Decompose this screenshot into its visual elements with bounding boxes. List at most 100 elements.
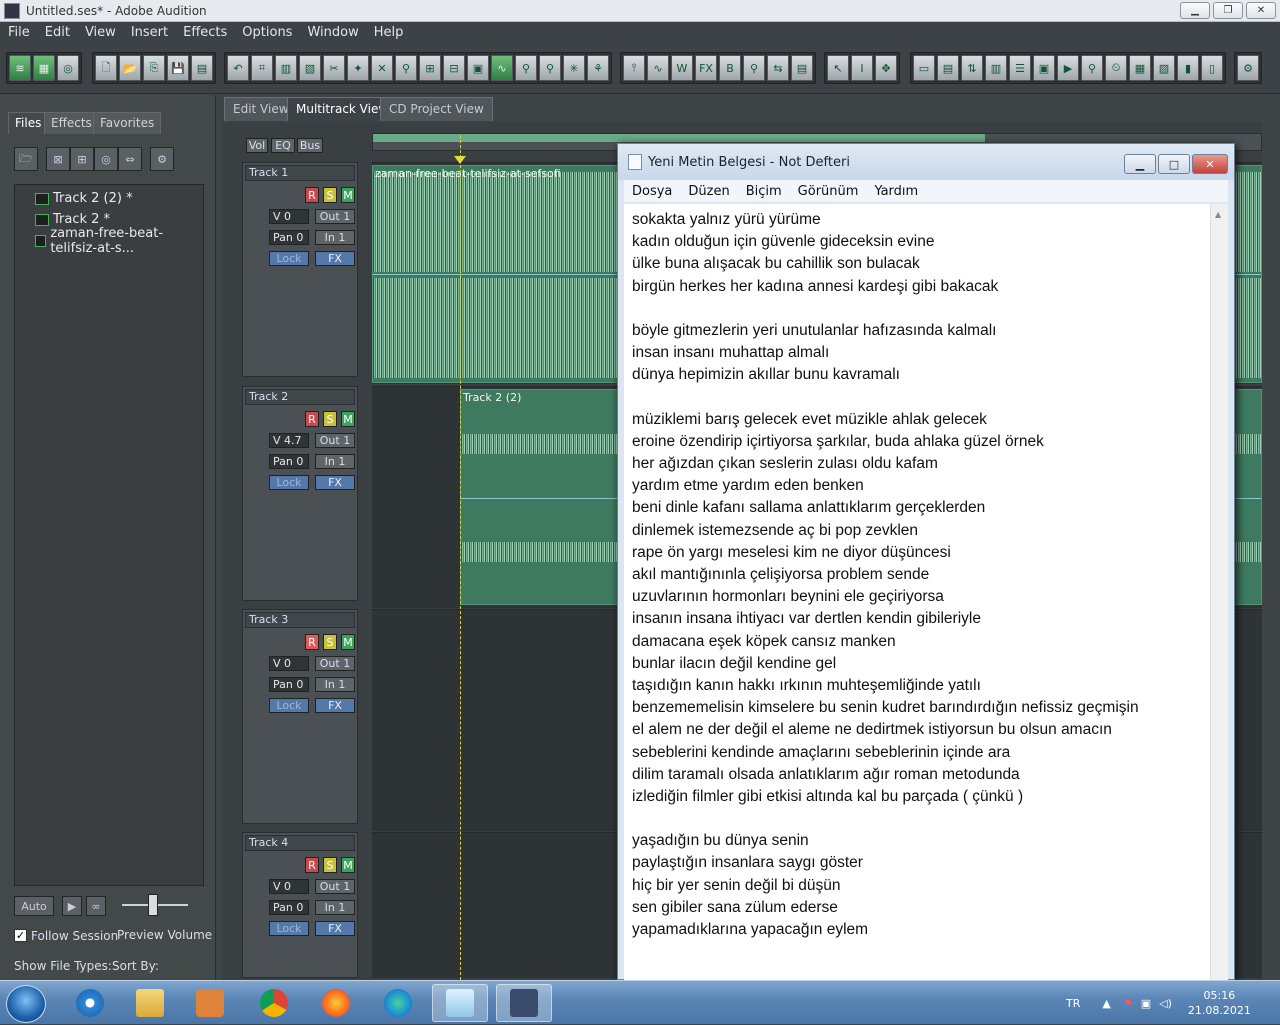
time-selection-tool-icon[interactable]: I bbox=[851, 55, 873, 81]
menu-gorunum[interactable]: Görünüm bbox=[790, 184, 867, 199]
loop-icon[interactable]: ∞ bbox=[86, 896, 106, 916]
window-icon-7[interactable]: ▶ bbox=[1057, 55, 1079, 81]
volume-field[interactable]: V 0 bbox=[269, 879, 309, 894]
effect-icon-3[interactable]: W bbox=[671, 55, 693, 81]
effect-icon-7[interactable]: ⇆ bbox=[767, 55, 789, 81]
internet-explorer-icon[interactable] bbox=[62, 984, 118, 1022]
fx-button[interactable]: FX bbox=[315, 475, 355, 490]
hybrid-tool-icon[interactable]: ↖ bbox=[827, 55, 849, 81]
menu-help[interactable]: Help bbox=[366, 22, 411, 44]
menu-duzen[interactable]: Düzen bbox=[680, 184, 737, 199]
tool-icon-9[interactable]: ⊟ bbox=[443, 55, 465, 81]
multitrack-view-icon[interactable]: ▦ bbox=[33, 55, 55, 81]
playhead-cursor[interactable] bbox=[460, 135, 461, 980]
fx-button[interactable]: FX bbox=[315, 251, 355, 266]
record-arm-button[interactable]: R bbox=[305, 411, 319, 427]
pan-field[interactable]: Pan 0 bbox=[269, 677, 309, 692]
record-arm-button[interactable]: R bbox=[305, 187, 319, 203]
volume-field[interactable]: V 4.7 bbox=[269, 433, 309, 448]
window-icon-6[interactable]: ▣ bbox=[1033, 55, 1055, 81]
tool-icon-10[interactable]: ▣ bbox=[467, 55, 489, 81]
open-file-icon[interactable]: 📂 bbox=[119, 55, 141, 81]
output-button[interactable]: Out 1 bbox=[315, 656, 355, 671]
notepad-minimize-button[interactable]: ▁ bbox=[1124, 154, 1156, 174]
chrome-icon[interactable] bbox=[246, 984, 302, 1022]
close-file-icon[interactable]: ⎘ bbox=[143, 55, 165, 81]
insert-into-cd-icon[interactable]: ◎ bbox=[94, 147, 118, 171]
follow-session-checkbox[interactable]: ✓ bbox=[14, 929, 27, 942]
input-button[interactable]: In 1 bbox=[315, 230, 355, 245]
tool-icon-6[interactable]: ✕ bbox=[371, 55, 393, 81]
tab-eq[interactable]: EQ bbox=[271, 138, 295, 153]
window-icon-5[interactable]: ☰ bbox=[1009, 55, 1031, 81]
clock-date[interactable]: 21.08.2021 bbox=[1188, 1003, 1251, 1018]
file-explorer-icon[interactable] bbox=[122, 984, 178, 1022]
preview-volume-slider[interactable] bbox=[118, 892, 192, 918]
lock-button[interactable]: Lock bbox=[269, 698, 309, 713]
audition-taskbar-icon[interactable] bbox=[496, 984, 552, 1022]
record-arm-button[interactable]: R bbox=[305, 857, 319, 873]
cd-view-icon[interactable]: ◎ bbox=[57, 55, 79, 81]
mute-button[interactable]: M bbox=[341, 634, 355, 650]
input-button[interactable]: In 1 bbox=[315, 900, 355, 915]
window-icon-10[interactable]: ▦ bbox=[1129, 55, 1151, 81]
volume-icon[interactable]: ◁) bbox=[1159, 997, 1172, 1010]
effect-icon-8[interactable]: ▤ bbox=[791, 55, 813, 81]
tab-files[interactable]: Files bbox=[8, 112, 49, 134]
track-name[interactable]: Track 2 bbox=[245, 389, 355, 405]
tab-vol[interactable]: Vol bbox=[246, 138, 268, 153]
notepad-close-button[interactable]: ✕ bbox=[1192, 154, 1228, 174]
window-icon-9[interactable]: ⏲ bbox=[1105, 55, 1127, 81]
window-icon-11[interactable]: ▨ bbox=[1153, 55, 1175, 81]
solo-button[interactable]: S bbox=[323, 411, 337, 427]
start-button[interactable] bbox=[6, 985, 46, 1023]
window-icon-13[interactable]: ▯ bbox=[1201, 55, 1223, 81]
tool-icon-4[interactable]: ✂ bbox=[323, 55, 345, 81]
pan-field[interactable]: Pan 0 bbox=[269, 454, 309, 469]
effect-icon-2[interactable]: ∿ bbox=[647, 55, 669, 81]
menu-options[interactable]: Options bbox=[234, 22, 299, 44]
window-icon-4[interactable]: ▥ bbox=[985, 55, 1007, 81]
network-icon[interactable]: ▣ bbox=[1141, 997, 1151, 1010]
tool-icon-14[interactable]: ✳ bbox=[563, 55, 585, 81]
list-item[interactable]: Track 2 (2) * bbox=[15, 188, 203, 209]
pan-field[interactable]: Pan 0 bbox=[269, 230, 309, 245]
show-hidden-icons-icon[interactable]: ▲ bbox=[1102, 997, 1110, 1010]
menu-bicim[interactable]: Biçim bbox=[738, 184, 790, 199]
restore-button[interactable]: ❐ bbox=[1213, 2, 1243, 19]
tool-icon-12[interactable]: ⚲ bbox=[515, 55, 537, 81]
move-tool-icon[interactable]: ✥ bbox=[875, 55, 897, 81]
edit-file-icon[interactable]: ⇔ bbox=[118, 147, 142, 171]
track-name[interactable]: Track 1 bbox=[245, 165, 355, 181]
save-icon[interactable]: 💾 bbox=[167, 55, 189, 81]
output-button[interactable]: Out 1 bbox=[315, 209, 355, 224]
auto-play-button[interactable]: Auto bbox=[14, 896, 54, 916]
menu-edit[interactable]: Edit bbox=[37, 22, 77, 44]
tool-icon-8[interactable]: ⊞ bbox=[419, 55, 441, 81]
menu-window[interactable]: Window bbox=[299, 22, 365, 44]
tool-icon-2[interactable]: ▥ bbox=[275, 55, 297, 81]
tool-icon-11[interactable]: ∿ bbox=[491, 55, 513, 81]
playhead-marker-icon[interactable] bbox=[454, 156, 466, 164]
menu-dosya[interactable]: Dosya bbox=[624, 184, 680, 199]
fx-button[interactable]: FX bbox=[315, 698, 355, 713]
track-name[interactable]: Track 3 bbox=[245, 612, 355, 628]
window-icon-2[interactable]: ▤ bbox=[937, 55, 959, 81]
lock-button[interactable]: Lock bbox=[269, 921, 309, 936]
tool-icon-3[interactable]: ▧ bbox=[299, 55, 321, 81]
tool-icon-1[interactable]: ⌗ bbox=[251, 55, 273, 81]
extra-icon[interactable]: ⚙ bbox=[1237, 55, 1259, 81]
pan-field[interactable]: Pan 0 bbox=[269, 900, 309, 915]
input-button[interactable]: In 1 bbox=[315, 677, 355, 692]
menu-effects[interactable]: Effects bbox=[175, 22, 234, 44]
import-file-icon[interactable]: 🗁 bbox=[14, 147, 38, 171]
tab-cd-project-view[interactable]: CD Project View bbox=[380, 97, 493, 121]
window-icon-12[interactable]: ▮ bbox=[1177, 55, 1199, 81]
mute-button[interactable]: M bbox=[341, 411, 355, 427]
output-button[interactable]: Out 1 bbox=[315, 879, 355, 894]
lock-button[interactable]: Lock bbox=[269, 475, 309, 490]
effect-icon-5[interactable]: B bbox=[719, 55, 741, 81]
scroll-up-icon[interactable]: ▲ bbox=[1215, 210, 1221, 219]
solo-button[interactable]: S bbox=[323, 634, 337, 650]
solo-button[interactable]: S bbox=[323, 857, 337, 873]
